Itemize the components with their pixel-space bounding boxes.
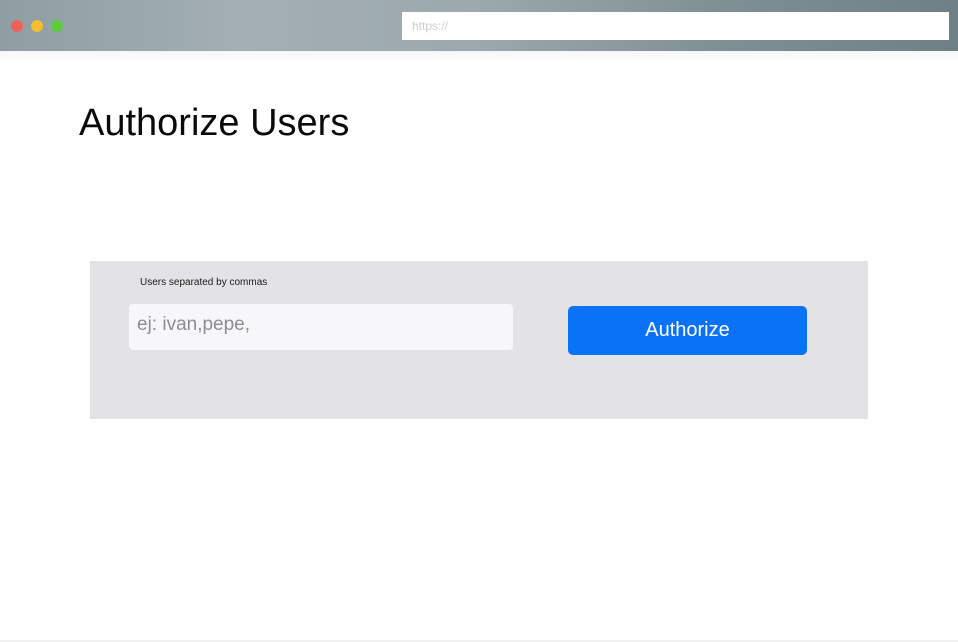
address-bar[interactable]: https://: [402, 12, 949, 40]
minimize-window-icon[interactable]: [31, 20, 43, 32]
maximize-window-icon[interactable]: [51, 20, 63, 32]
browser-titlebar: https://: [0, 0, 958, 51]
users-input[interactable]: [129, 304, 513, 350]
authorize-form-panel: Users separated by commas Authorize: [90, 261, 868, 419]
authorize-button[interactable]: Authorize: [568, 306, 807, 355]
titlebar-shadow: [0, 51, 958, 63]
close-window-icon[interactable]: [11, 20, 23, 32]
users-field-label: Users separated by commas: [140, 277, 268, 288]
browser-window: https:// Authorize Users Users separated…: [0, 0, 958, 642]
page-title: Authorize Users: [79, 102, 350, 144]
